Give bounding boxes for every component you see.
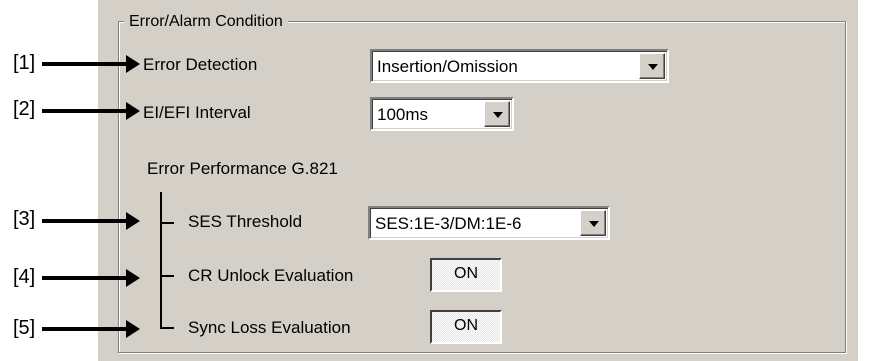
chevron-down-icon[interactable]	[484, 101, 510, 127]
callout-4: [4]	[13, 266, 36, 288]
callout-2-arrow	[42, 102, 140, 120]
tree-branch-ses	[160, 222, 174, 224]
callout-5-arrow	[42, 320, 140, 338]
chevron-down-icon[interactable]	[639, 53, 665, 79]
callout-2: [2]	[13, 98, 36, 120]
group-title: Error/Alarm Condition	[124, 13, 288, 31]
ei-efi-interval-label: EI/EFI Interval	[143, 103, 251, 122]
callout-3-arrow	[42, 212, 140, 230]
cr-unlock-toggle-button[interactable]: ON	[430, 258, 502, 292]
callout-3: [3]	[13, 208, 36, 230]
callout-5: [5]	[13, 317, 36, 339]
ei-efi-interval-value: 100ms	[377, 105, 429, 124]
cr-unlock-label: CR Unlock Evaluation	[188, 266, 354, 285]
tree-branch-cr-unlock	[160, 275, 174, 277]
ses-threshold-value: SES:1E-3/DM:1E-6	[375, 214, 522, 233]
ei-efi-interval-select[interactable]: 100ms	[370, 97, 514, 131]
error-detection-value: Insertion/Omission	[377, 57, 518, 76]
sync-loss-label: Sync Loss Evaluation	[188, 318, 351, 337]
ses-threshold-label: SES Threshold	[188, 212, 303, 231]
chevron-down-icon[interactable]	[580, 210, 606, 236]
ses-threshold-select[interactable]: SES:1E-3/DM:1E-6	[368, 206, 610, 240]
error-detection-label: Error Detection	[143, 55, 258, 74]
tree-vertical-line	[160, 192, 162, 328]
callout-1: [1]	[13, 52, 36, 74]
tree-branch-sync-loss	[160, 327, 174, 329]
callout-1-arrow	[42, 55, 140, 73]
error-performance-heading: Error Performance G.821	[147, 159, 338, 178]
sync-loss-toggle-button[interactable]: ON	[430, 310, 502, 344]
callout-4-arrow	[42, 269, 140, 287]
error-detection-select[interactable]: Insertion/Omission	[370, 49, 669, 83]
